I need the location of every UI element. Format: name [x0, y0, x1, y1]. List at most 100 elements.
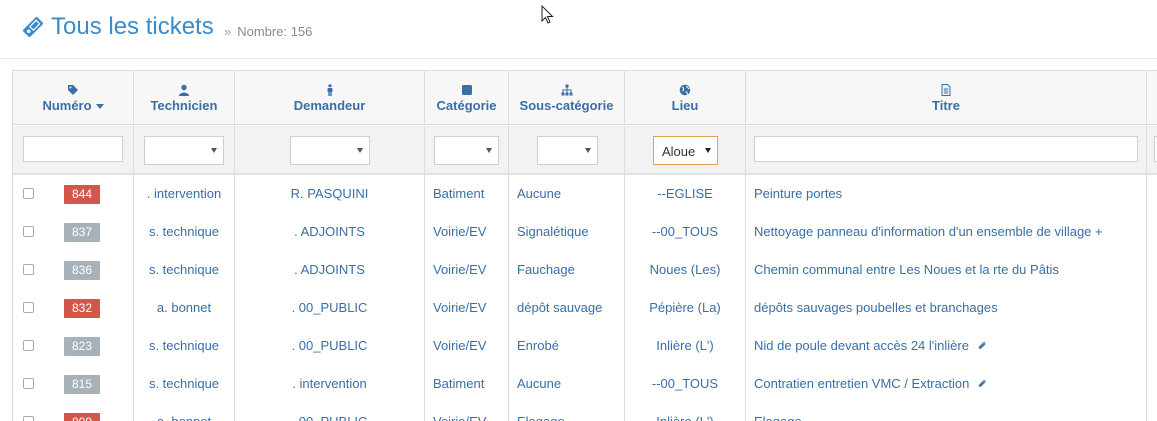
cell-extra	[1147, 251, 1157, 289]
cell-sous-categorie[interactable]: Elagage	[509, 403, 625, 421]
ticket-title-link[interactable]: Peinture portes	[754, 186, 842, 201]
column-header-titre[interactable]: Titre	[746, 71, 1147, 124]
column-header-lieu[interactable]: Lieu	[625, 71, 746, 124]
cell-technicien[interactable]: s. technique	[134, 251, 235, 289]
cell-categorie[interactable]: Voirie/EV	[425, 327, 509, 365]
cell-lieu[interactable]: --00_TOUS	[625, 365, 746, 403]
cell-demandeur[interactable]: . ADJOINTS	[235, 251, 425, 289]
cell-titre[interactable]: Contratien entretien VMC / Extraction	[746, 365, 1147, 403]
cell-extra	[1147, 289, 1157, 327]
cell-technicien[interactable]: a. bonnet	[134, 403, 235, 421]
cell-demandeur[interactable]: . ADJOINTS	[235, 213, 425, 251]
document-icon	[941, 84, 951, 96]
row-checkbox[interactable]	[23, 188, 34, 199]
cell-lieu[interactable]: Pépière (La)	[625, 289, 746, 327]
cell-categorie[interactable]: Voirie/EV	[425, 213, 509, 251]
row-checkbox[interactable]	[23, 302, 34, 313]
filter-cell-extra	[1147, 126, 1157, 173]
cell-technicien[interactable]: a. bonnet	[134, 289, 235, 327]
column-header-sous-categorie[interactable]: Sous-catégorie	[509, 71, 625, 124]
cell-lieu[interactable]: --EGLISE	[625, 175, 746, 213]
chevron-down-icon	[357, 148, 363, 153]
chevron-down-icon	[705, 148, 711, 153]
ticket-id-badge[interactable]: 823	[64, 337, 100, 356]
cell-sous-categorie[interactable]: dépôt sauvage	[509, 289, 625, 327]
ticket-title-link[interactable]: Nid de poule devant accès 24 l'inlière	[754, 338, 969, 353]
ticket-title-link[interactable]: Nettoyage panneau d'information d'un ens…	[754, 224, 1103, 239]
column-header-technicien[interactable]: Technicien	[134, 71, 235, 124]
cell-numero: 836	[13, 251, 134, 289]
cell-sous-categorie[interactable]: Aucune	[509, 365, 625, 403]
column-header-numero[interactable]: Numéro	[13, 71, 134, 124]
cell-extra	[1147, 175, 1157, 213]
ticket-id-badge[interactable]: 837	[64, 223, 100, 242]
row-checkbox[interactable]	[23, 226, 34, 237]
cell-extra	[1147, 213, 1157, 251]
cell-sous-categorie[interactable]: Signalétique	[509, 213, 625, 251]
technicien-filter-select[interactable]	[144, 136, 224, 165]
cell-categorie[interactable]: Voirie/EV	[425, 289, 509, 327]
cell-extra	[1147, 403, 1157, 421]
cell-categorie[interactable]: Batiment	[425, 175, 509, 213]
chevron-down-icon	[211, 148, 217, 153]
row-checkbox[interactable]	[23, 378, 34, 389]
cell-titre[interactable]: Nid de poule devant accès 24 l'inlière	[746, 327, 1147, 365]
ticket-count: » Nombre: 156	[224, 24, 312, 39]
demandeur-filter-select[interactable]	[290, 136, 370, 165]
sous-categorie-filter-select[interactable]	[537, 136, 598, 165]
column-header-demandeur[interactable]: Demandeur	[235, 71, 425, 124]
paperclip-icon	[978, 380, 986, 387]
ticket-id-badge[interactable]: 844	[64, 185, 100, 204]
chevron-down-icon	[486, 148, 492, 153]
table-row[interactable]: 836 s. technique . ADJOINTS Voirie/EV Fa…	[13, 251, 1157, 290]
cell-demandeur[interactable]: R. PASQUINI	[235, 175, 425, 213]
titre-filter-input[interactable]	[754, 136, 1138, 162]
cell-sous-categorie[interactable]: Fauchage	[509, 251, 625, 289]
ticket-id-badge[interactable]: 836	[64, 261, 100, 280]
cell-numero: 844	[13, 175, 134, 213]
cell-technicien[interactable]: s. technique	[134, 327, 235, 365]
cell-sous-categorie[interactable]: Aucune	[509, 175, 625, 213]
table-row[interactable]: 815 s. technique . intervention Batiment…	[13, 365, 1157, 404]
cell-titre[interactable]: Nettoyage panneau d'information d'un ens…	[746, 213, 1147, 251]
categorie-filter-select[interactable]	[434, 136, 499, 165]
cell-technicien[interactable]: s. technique	[134, 213, 235, 251]
ticket-title-link[interactable]: Contratien entretien VMC / Extraction	[754, 376, 969, 391]
table-row[interactable]: 832 a. bonnet . 00_PUBLIC Voirie/EV dépô…	[13, 289, 1157, 328]
row-checkbox[interactable]	[23, 340, 34, 351]
cell-demandeur[interactable]: . 00_PUBLIC	[235, 403, 425, 421]
table-row[interactable]: 837 s. technique . ADJOINTS Voirie/EV Si…	[13, 213, 1157, 252]
cell-titre[interactable]: Peinture portes	[746, 175, 1147, 213]
cell-sous-categorie[interactable]: Enrobé	[509, 327, 625, 365]
column-header-categorie[interactable]: Catégorie	[425, 71, 509, 124]
cell-lieu[interactable]: Noues (Les)	[625, 251, 746, 289]
table-row[interactable]: 823 s. technique . 00_PUBLIC Voirie/EV E…	[13, 327, 1157, 366]
ticket-id-badge[interactable]: 815	[64, 375, 100, 394]
lieu-filter-select[interactable]: Aloue	[653, 136, 718, 165]
column-label-titre: Titre	[932, 98, 960, 113]
numero-filter-input[interactable]	[23, 136, 123, 162]
cell-lieu[interactable]: Inlière (L')	[625, 327, 746, 365]
cell-demandeur[interactable]: . 00_PUBLIC	[235, 289, 425, 327]
filter-cell-sous-categorie	[509, 126, 625, 173]
ticket-title-link[interactable]: dépôts sauvages poubelles et branchages	[754, 300, 998, 315]
row-checkbox[interactable]	[23, 264, 34, 275]
table-row[interactable]: 809 a. bonnet . 00_PUBLIC Voirie/EV Elag…	[13, 403, 1157, 421]
cell-lieu[interactable]: Inlière (L')	[625, 403, 746, 421]
cell-demandeur[interactable]: . 00_PUBLIC	[235, 327, 425, 365]
cell-lieu[interactable]: --00_TOUS	[625, 213, 746, 251]
cell-technicien[interactable]: s. technique	[134, 365, 235, 403]
cell-categorie[interactable]: Voirie/EV	[425, 251, 509, 289]
cell-categorie[interactable]: Batiment	[425, 365, 509, 403]
cell-categorie[interactable]: Voirie/EV	[425, 403, 509, 421]
cell-demandeur[interactable]: . intervention	[235, 365, 425, 403]
row-checkbox[interactable]	[23, 416, 34, 421]
ticket-id-badge[interactable]: 832	[64, 299, 100, 318]
cell-titre[interactable]: dépôts sauvages poubelles et branchages	[746, 289, 1147, 327]
ticket-title-link[interactable]: Chemin communal entre Les Noues et la rt…	[754, 262, 1059, 277]
table-row[interactable]: 844 . intervention R. PASQUINI Batiment …	[13, 175, 1157, 214]
cell-titre[interactable]: Elagage	[746, 403, 1147, 421]
cell-technicien[interactable]: . intervention	[134, 175, 235, 213]
column-label-demandeur: Demandeur	[293, 98, 366, 113]
cell-titre[interactable]: Chemin communal entre Les Noues et la rt…	[746, 251, 1147, 289]
